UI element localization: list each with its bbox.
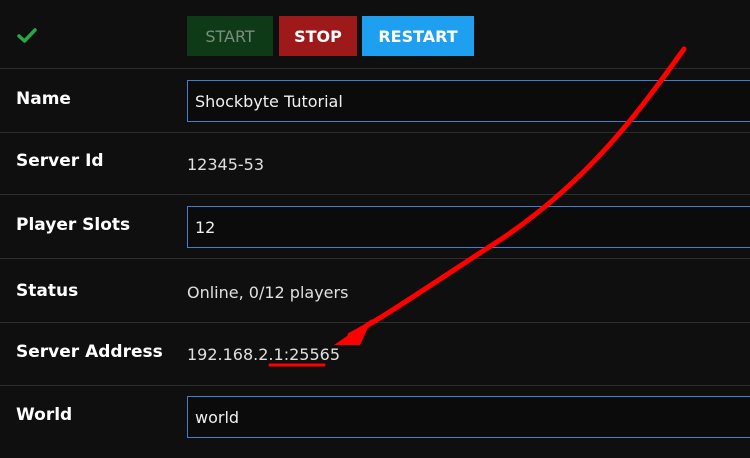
name-input[interactable]: [187, 80, 750, 122]
server-ip: 192.168.2.1:: [187, 345, 290, 364]
player-slots-label: Player Slots: [16, 215, 131, 235]
check-icon: [17, 28, 37, 44]
name-row: Name: [0, 69, 750, 133]
server-id-label: Server Id: [16, 151, 104, 171]
server-port: 25565: [289, 345, 340, 364]
controls-row: START STOP RESTART: [0, 0, 750, 69]
start-button[interactable]: START: [187, 16, 273, 56]
server-address-label: Server Address: [16, 342, 163, 362]
player-slots-row: Player Slots: [0, 195, 750, 259]
world-input[interactable]: [187, 396, 750, 438]
name-label: Name: [16, 89, 71, 109]
world-label: World: [16, 405, 73, 425]
restart-button[interactable]: RESTART: [362, 16, 474, 56]
status-label: Status: [16, 281, 79, 301]
server-id-value: 12345-53: [187, 155, 265, 174]
status-row: Status Online, 0/12 players: [0, 259, 750, 323]
world-row: World: [0, 386, 750, 450]
stop-button[interactable]: STOP: [279, 16, 357, 56]
player-slots-input[interactable]: [187, 206, 750, 248]
server-settings-panel: START STOP RESTART Name Server Id 12345-…: [0, 0, 750, 458]
status-value: Online, 0/12 players: [187, 283, 349, 302]
server-address-row: Server Address 192.168.2.1:25565: [0, 323, 750, 386]
server-address-value: 192.168.2.1:25565: [187, 345, 340, 364]
server-id-row: Server Id 12345-53: [0, 133, 750, 195]
